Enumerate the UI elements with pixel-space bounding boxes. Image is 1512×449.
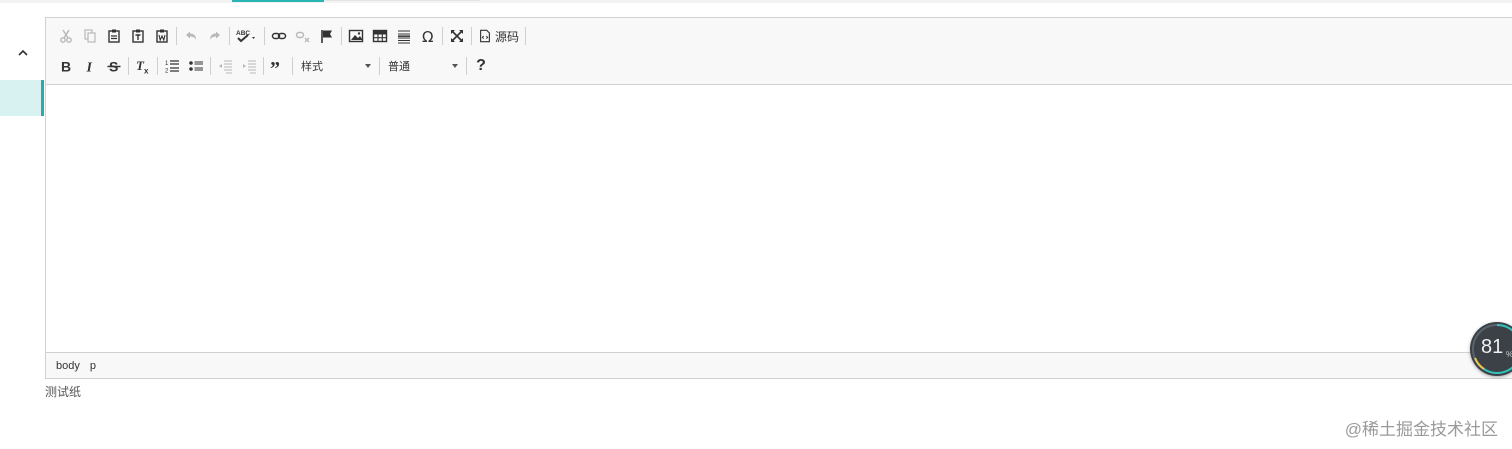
tab-divider — [325, 0, 480, 1]
gauge-unit: % — [1506, 350, 1512, 359]
link-icon[interactable] — [267, 24, 291, 48]
spellcheck-icon[interactable]: ABC — [232, 24, 262, 48]
left-rail — [0, 17, 44, 347]
style-dropdown-value: 样式 — [301, 61, 323, 73]
outdent-icon[interactable] — [213, 54, 237, 78]
svg-text:I: I — [86, 61, 93, 75]
paste-icon[interactable] — [102, 24, 126, 48]
maximize-icon[interactable] — [445, 24, 469, 48]
special-char-omega-icon[interactable]: Ω — [416, 24, 440, 48]
svg-text:x: x — [144, 67, 149, 75]
gauge-value: 81 — [1481, 336, 1504, 358]
rich-text-editor: ABC Ω 源码 B I S T x 1 2 ” 样式 普通 ? body p — [45, 17, 1512, 379]
element-path-bar: body p — [46, 352, 1512, 378]
active-tab-indicator — [232, 0, 324, 2]
toolbar-separator — [442, 27, 443, 45]
toolbar-separator — [525, 27, 527, 45]
anchor-flag-icon[interactable] — [315, 24, 339, 48]
toolbar-separator — [210, 57, 211, 75]
paste-from-word-icon[interactable] — [150, 24, 174, 48]
toolbar-separator — [341, 27, 342, 45]
bold-icon[interactable]: B — [54, 54, 78, 78]
bulleted-list-icon[interactable] — [184, 54, 208, 78]
below-editor-text: 测试纸 — [45, 385, 82, 399]
svg-text:Ω: Ω — [422, 28, 433, 44]
toolbar-separator — [157, 57, 158, 75]
format-dropdown[interactable]: 普通 — [382, 55, 464, 77]
path-item-body[interactable]: body — [56, 360, 80, 372]
source-button-label: 源码 — [495, 29, 520, 44]
collapse-chevron-up-icon[interactable] — [18, 49, 28, 57]
undo-icon[interactable] — [179, 24, 203, 48]
copy-icon[interactable] — [78, 24, 102, 48]
svg-text:B: B — [61, 59, 71, 75]
caret-down-icon — [452, 64, 458, 68]
editor-content-area[interactable] — [46, 85, 1512, 353]
remove-format-icon[interactable]: Tx — [131, 54, 155, 78]
help-button[interactable]: ? — [469, 54, 493, 78]
blockquote-icon[interactable]: ” — [266, 54, 290, 78]
paste-text-icon[interactable] — [126, 24, 150, 48]
source-button[interactable]: 源码 — [474, 24, 523, 48]
toolbar-separator — [466, 57, 467, 75]
indent-icon[interactable] — [237, 54, 261, 78]
svg-text:2: 2 — [165, 69, 169, 75]
source-document-icon — [480, 29, 490, 43]
toolbar-separator — [128, 57, 129, 75]
watermark: @稀土掘金技术社区 — [1344, 420, 1498, 439]
toolbar-separator — [379, 57, 380, 75]
path-item-p[interactable]: p — [90, 360, 96, 372]
cut-icon[interactable] — [54, 24, 78, 48]
numbered-list-icon[interactable]: 12 — [160, 54, 184, 78]
toolbar-separator — [264, 27, 265, 45]
toolbar-row-1: ABC Ω 源码 — [54, 24, 528, 48]
left-rail-active-item[interactable] — [0, 80, 44, 116]
toolbar-separator — [229, 27, 230, 45]
svg-text:1: 1 — [165, 61, 169, 67]
style-dropdown[interactable]: 样式 — [295, 55, 377, 77]
top-tab-strip — [0, 0, 1512, 3]
strikethrough-icon[interactable]: S — [102, 54, 126, 78]
svg-text:”: ” — [270, 58, 280, 74]
horizontal-rule-icon[interactable] — [392, 24, 416, 48]
caret-down-icon — [365, 64, 371, 68]
toolbar-row-2: B I S Tx 12 ” 样式 普通 ? — [54, 54, 493, 78]
redo-icon[interactable] — [203, 24, 227, 48]
italic-icon[interactable]: I — [78, 54, 102, 78]
table-icon[interactable] — [368, 24, 392, 48]
format-dropdown-value: 普通 — [388, 61, 410, 73]
toolbar-separator — [176, 27, 177, 45]
image-icon[interactable] — [344, 24, 368, 48]
unlink-icon[interactable] — [291, 24, 315, 48]
editor-toolbar: ABC Ω 源码 B I S T x 1 2 ” 样式 普通 ? — [46, 18, 1512, 85]
toolbar-separator — [292, 57, 293, 75]
toolbar-separator — [263, 57, 264, 75]
performance-gauge[interactable]: 81 % — [1470, 322, 1512, 376]
toolbar-separator — [471, 27, 472, 45]
